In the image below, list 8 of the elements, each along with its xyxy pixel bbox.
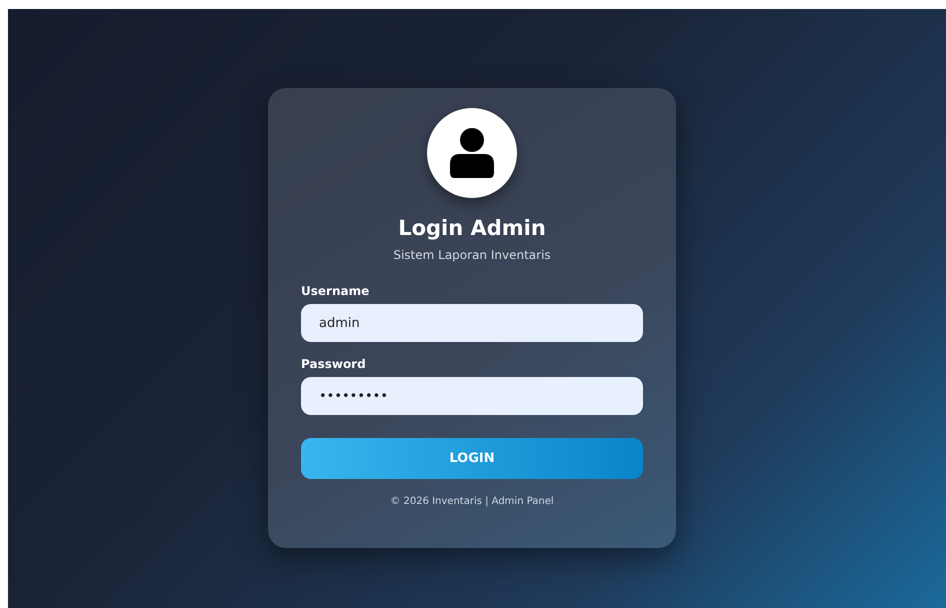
field-label: Password [301,357,366,371]
input-field[interactable]: ••••••••• [301,377,643,415]
field-label: Username [301,284,370,298]
input-field[interactable]: admin [301,304,643,342]
user-icon [450,128,494,178]
footer-text: © 2026 Inventaris | Admin Panel [390,496,554,507]
subtitle: Sistem Laporan Inventaris [393,248,551,262]
login-title: Login Admin [398,216,546,240]
